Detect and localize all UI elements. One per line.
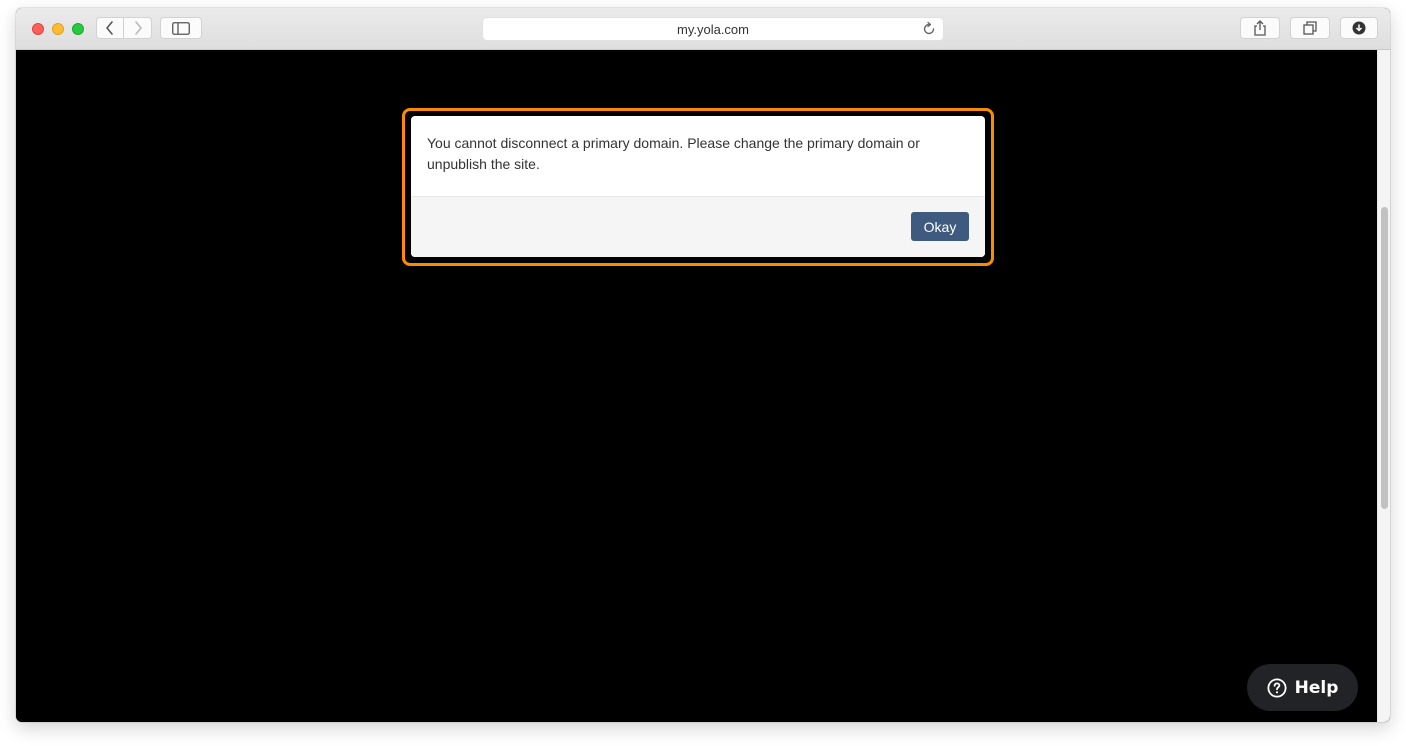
address-bar[interactable]: my.yola.com [482,17,944,41]
page-content: You cannot disconnect a primary domain. … [16,50,1390,722]
dialog-footer: Okay [411,197,985,257]
sidebar-icon [172,21,190,35]
dialog-body: You cannot disconnect a primary domain. … [411,116,985,197]
close-window-button[interactable] [32,23,44,35]
share-button[interactable] [1240,17,1280,39]
minimize-window-button[interactable] [52,23,64,35]
browser-toolbar: my.yola.com [16,8,1390,50]
dialog-message: You cannot disconnect a primary domain. … [427,135,920,172]
scrollbar-thumb[interactable] [1381,207,1388,509]
browser-window: my.yola.com You cannot disconnect a prim… [16,8,1390,722]
help-label: Help [1294,677,1339,698]
zoom-window-button[interactable] [72,23,84,35]
download-icon [1352,21,1366,35]
forward-button[interactable] [124,17,152,39]
okay-button[interactable]: Okay [911,212,969,241]
share-icon [1254,20,1266,36]
back-button[interactable] [96,17,124,39]
url-text: my.yola.com [677,22,749,37]
vertical-scrollbar[interactable] [1377,50,1390,722]
help-button[interactable]: Help [1247,664,1358,711]
tabs-icon [1303,21,1317,35]
reload-icon[interactable] [921,21,937,37]
downloads-button[interactable] [1340,17,1378,39]
chevron-left-icon [106,21,113,35]
question-circle-icon [1267,677,1287,698]
tabs-overview-button[interactable] [1290,17,1330,39]
chevron-right-icon [134,21,142,35]
sidebar-toggle-button[interactable] [160,17,202,39]
alert-dialog: You cannot disconnect a primary domain. … [411,116,985,257]
